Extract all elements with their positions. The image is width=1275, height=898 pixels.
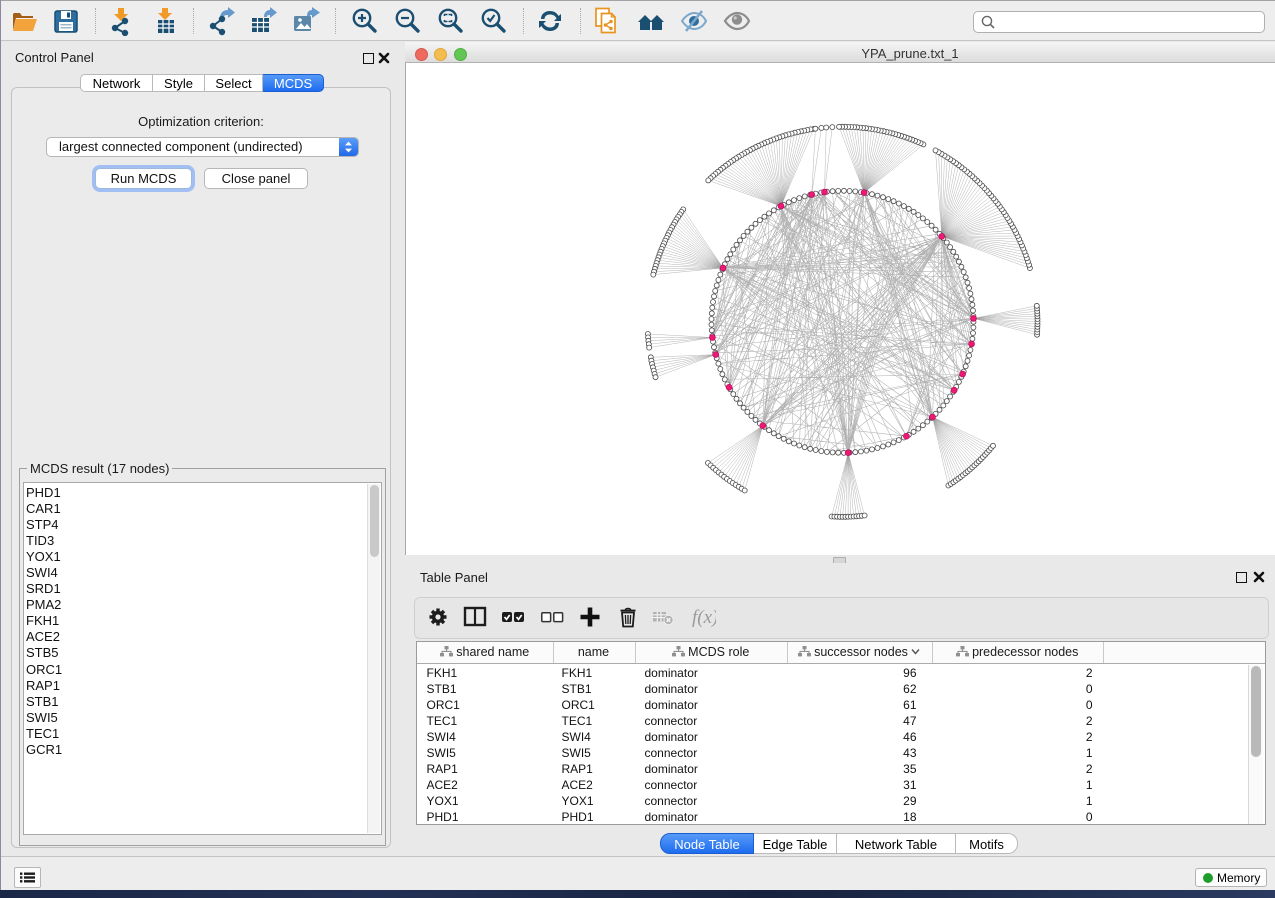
svg-text:f(x): f(x): [692, 607, 716, 628]
